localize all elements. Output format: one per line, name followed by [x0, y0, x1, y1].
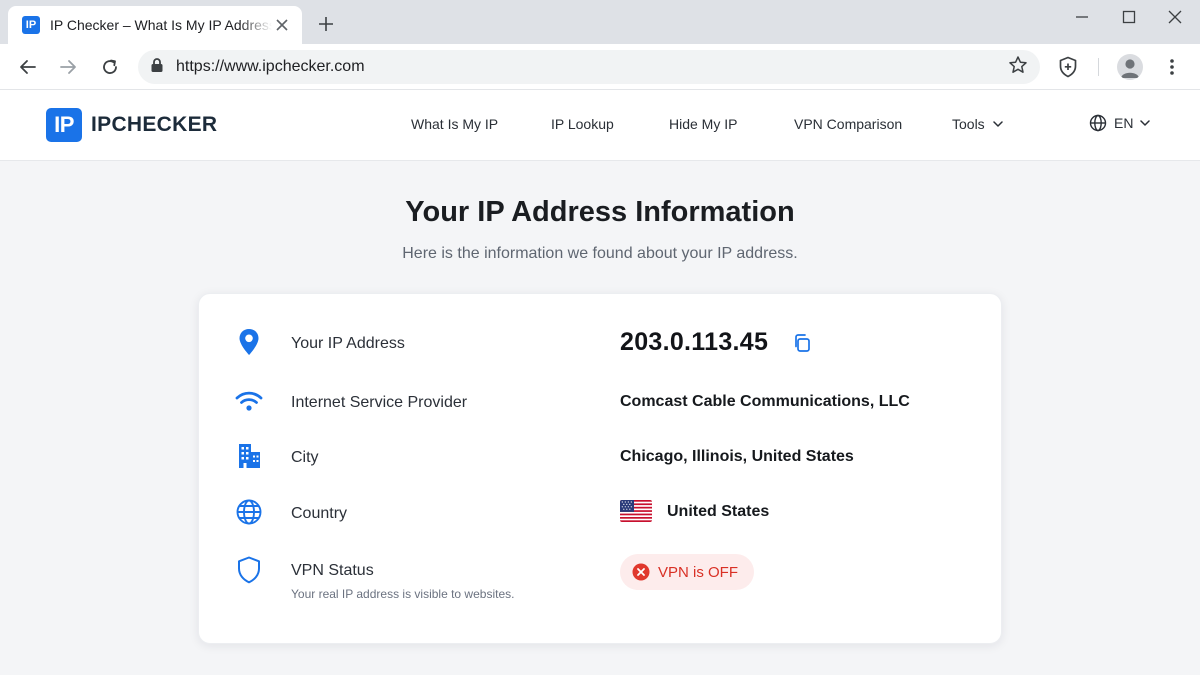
chevron-down-icon: [992, 121, 1003, 127]
isp-value: Comcast Cable Communications, LLC: [620, 393, 910, 410]
favicon-icon: IP: [22, 16, 40, 34]
vpn-status-badge: VPN is OFF: [620, 554, 755, 590]
city-label: City: [291, 449, 319, 466]
star-icon[interactable]: [1008, 55, 1028, 80]
country-label: Country: [291, 505, 348, 522]
building-icon: [235, 442, 263, 470]
logo-text: IPCHECKER: [91, 113, 218, 136]
vpn-status-text: VPN is OFF: [658, 563, 739, 581]
plus-icon[interactable]: [314, 12, 338, 36]
nav-ip-lookup[interactable]: IP Lookup: [551, 116, 614, 132]
toolbar-divider: [1098, 58, 1099, 76]
browser-tab-strip: IP IP Checker – What Is My IP Address: [0, 0, 1200, 44]
copy-icon[interactable]: [791, 332, 813, 354]
ip-address-label: Your IP Address: [291, 335, 405, 352]
minimize-icon[interactable]: [1071, 6, 1093, 28]
globe-icon: [1089, 114, 1107, 132]
nav-what-is-my-ip[interactable]: What Is My IP: [411, 116, 498, 132]
profile-icon[interactable]: [1117, 54, 1143, 80]
kebab-menu-icon[interactable]: [1160, 55, 1184, 79]
language-label: EN: [1114, 115, 1134, 131]
chevron-down-icon: [1140, 120, 1151, 126]
vpn-status-sublabel: Your real IP address is visible to websi…: [291, 587, 515, 601]
tab-title: IP Checker – What Is My IP Address: [50, 17, 272, 33]
browser-toolbar: https://www.ipchecker.com: [0, 44, 1200, 90]
nav-tools-dropdown[interactable]: Tools: [952, 116, 1003, 132]
page-subtitle: Here is the information we found about y…: [402, 245, 798, 262]
error-circle-icon: [632, 563, 650, 581]
maximize-icon[interactable]: [1118, 6, 1140, 28]
address-bar[interactable]: https://www.ipchecker.com: [138, 50, 1040, 84]
nav-tools-label: Tools: [952, 116, 985, 132]
city-value: Chicago, Illinois, United States: [620, 448, 854, 465]
close-icon[interactable]: [272, 15, 292, 35]
page-title: Your IP Address Information: [405, 196, 795, 228]
nav-vpn-comparison[interactable]: VPN Comparison: [794, 116, 902, 132]
logo-badge: IP: [46, 108, 82, 142]
ip-info-card: Your IP Address 203.0.113.45 Internet Se…: [198, 293, 1002, 644]
shield-extension-icon[interactable]: [1056, 55, 1080, 79]
language-selector[interactable]: EN: [1089, 114, 1151, 132]
us-flag-icon: [620, 500, 652, 522]
site-header: IP IPCHECKER What Is My IP IP Lookup Hid…: [0, 90, 1200, 161]
location-pin-icon: [235, 328, 263, 356]
lock-icon[interactable]: [150, 57, 164, 78]
country-value: United States: [667, 503, 770, 520]
vpn-status-label: VPN Status: [291, 562, 374, 579]
wifi-icon: [235, 387, 263, 415]
isp-label: Internet Service Provider: [291, 394, 468, 411]
shield-icon: [235, 556, 263, 584]
browser-tab[interactable]: IP IP Checker – What Is My IP Address: [8, 6, 302, 44]
url-text[interactable]: https://www.ipchecker.com: [176, 58, 1008, 76]
nav-hide-my-ip[interactable]: Hide My IP: [669, 116, 737, 132]
ip-address-value[interactable]: 203.0.113.45: [620, 328, 768, 357]
site-logo[interactable]: IP IPCHECKER: [46, 108, 217, 142]
forward-arrow-icon[interactable]: [56, 55, 80, 79]
close-window-icon[interactable]: [1164, 6, 1186, 28]
back-arrow-icon[interactable]: [16, 55, 40, 79]
reload-icon[interactable]: [98, 55, 122, 79]
globe-icon: [235, 498, 263, 526]
